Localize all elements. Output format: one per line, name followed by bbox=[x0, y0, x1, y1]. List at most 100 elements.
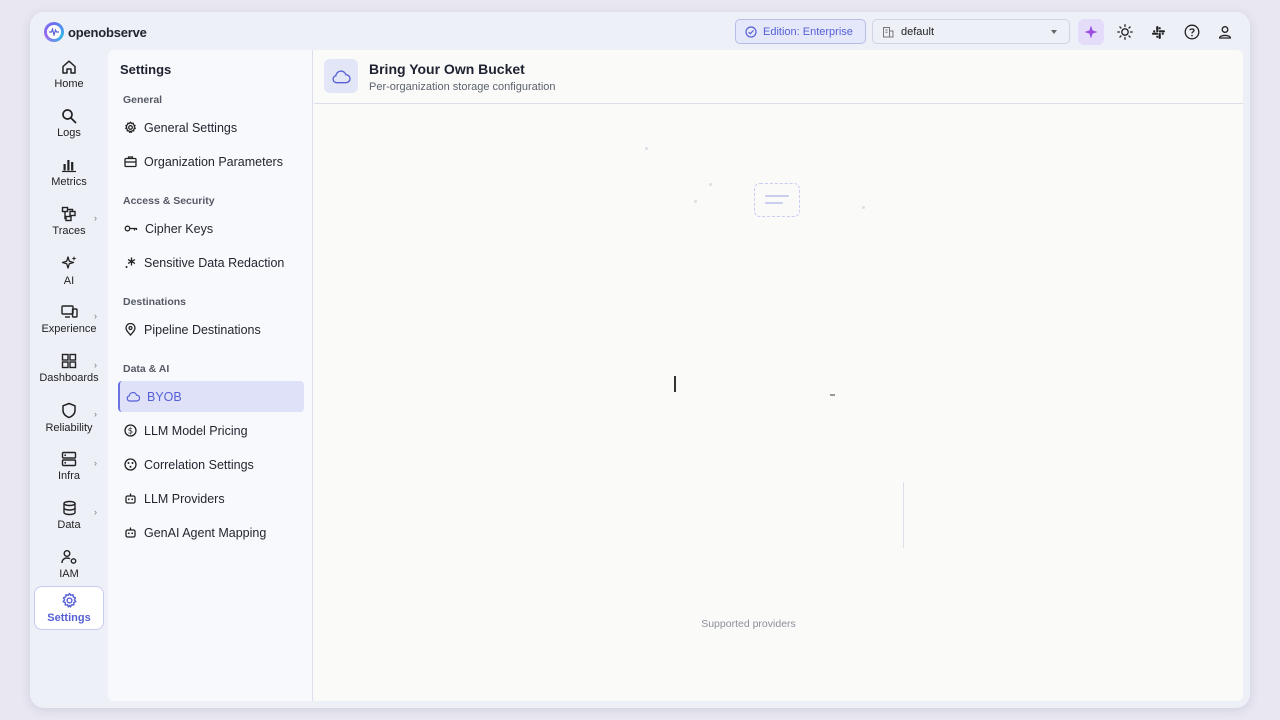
settings-item-cipher-keys[interactable]: Cipher Keys bbox=[118, 213, 304, 244]
nav-infra[interactable]: Infra › bbox=[34, 444, 104, 489]
nav-settings[interactable]: Settings bbox=[34, 586, 104, 630]
nav-settings-label: Settings bbox=[47, 612, 91, 624]
settings-item-sensitive-data-redaction[interactable]: Sensitive Data Redaction bbox=[118, 247, 304, 278]
settings-item-label: GenAI Agent Mapping bbox=[144, 525, 267, 540]
settings-item-label: Pipeline Destinations bbox=[144, 322, 261, 337]
nav-dashboards-label: Dashboards bbox=[39, 372, 99, 384]
loading-dot bbox=[645, 147, 648, 150]
edition-badge[interactable]: Edition: Enterprise bbox=[735, 19, 866, 44]
svg-text:$: $ bbox=[128, 427, 133, 437]
bar-chart-icon bbox=[62, 160, 76, 173]
settings-item-label: General Settings bbox=[144, 120, 238, 135]
nav-traces-label: Traces bbox=[52, 225, 86, 237]
settings-item-llm-model-pricing[interactable]: $ LLM Model Pricing bbox=[118, 415, 304, 446]
help-button[interactable] bbox=[1179, 19, 1205, 45]
loading-dot bbox=[694, 200, 697, 203]
main-nav-rail: Home Logs Metrics Traces › AI Experience… bbox=[30, 52, 108, 708]
briefcase-icon bbox=[124, 156, 137, 168]
nav-infra-label: Infra bbox=[57, 470, 80, 482]
brand-logo-link[interactable]: openobserve bbox=[44, 22, 147, 42]
app-window: openobserve Edition: Enterprise default bbox=[30, 12, 1250, 708]
chevron-down-icon bbox=[1051, 30, 1057, 34]
loading-dot bbox=[862, 206, 865, 209]
divider bbox=[903, 482, 904, 548]
nav-home[interactable]: Home bbox=[34, 52, 104, 97]
nav-dashboards[interactable]: Dashboards › bbox=[34, 346, 104, 391]
settings-item-label: Organization Parameters bbox=[144, 154, 283, 169]
settings-item-llm-providers[interactable]: LLM Providers bbox=[118, 483, 304, 514]
gear-icon bbox=[62, 592, 76, 608]
chevron-right-icon: › bbox=[94, 458, 97, 468]
nav-ai-label: AI bbox=[63, 274, 75, 287]
ai-assistant-button[interactable] bbox=[1078, 19, 1104, 45]
openobserve-logo-icon bbox=[44, 22, 64, 42]
key-icon bbox=[124, 225, 138, 232]
location-pin-icon bbox=[125, 323, 136, 336]
settings-title: Settings bbox=[120, 62, 172, 77]
settings-item-genai-agent-mapping[interactable]: GenAI Agent Mapping bbox=[118, 517, 304, 548]
settings-panel: Settings General General Settings Organi… bbox=[108, 50, 1243, 701]
nav-experience-label: Experience bbox=[41, 323, 97, 335]
user-icon bbox=[1218, 26, 1232, 39]
nav-data[interactable]: Data › bbox=[34, 493, 104, 538]
top-bar: openobserve Edition: Enterprise default bbox=[30, 12, 1250, 52]
section-destinations: Destinations bbox=[123, 296, 187, 308]
page-title: Bring Your Own Bucket bbox=[369, 61, 525, 77]
check-circle-icon bbox=[745, 25, 757, 38]
dollar-circle-icon: $ bbox=[124, 424, 137, 437]
nav-iam-label: IAM bbox=[59, 568, 79, 580]
nav-iam[interactable]: IAM bbox=[34, 542, 104, 587]
nav-logs[interactable]: Logs bbox=[34, 101, 104, 146]
slack-icon bbox=[1151, 25, 1165, 39]
section-general: General bbox=[123, 94, 163, 106]
slack-button[interactable] bbox=[1145, 19, 1171, 45]
settings-item-organization-parameters[interactable]: Organization Parameters bbox=[118, 146, 304, 177]
settings-item-byob[interactable]: BYOB bbox=[118, 381, 304, 412]
nav-reliability-label: Reliability bbox=[45, 421, 93, 434]
nav-traces[interactable]: Traces › bbox=[34, 199, 104, 244]
theme-toggle-button[interactable] bbox=[1112, 19, 1138, 45]
database-icon bbox=[62, 500, 76, 516]
nav-logs-label: Logs bbox=[57, 127, 81, 139]
settings-item-label: Correlation Settings bbox=[144, 457, 254, 472]
nav-experience[interactable]: Experience › bbox=[34, 297, 104, 342]
chevron-right-icon: › bbox=[94, 311, 97, 321]
building-icon bbox=[883, 26, 894, 37]
settings-item-label: Sensitive Data Redaction bbox=[144, 255, 285, 270]
byob-content: Bring Your Own Bucket Per-organization s… bbox=[314, 50, 1243, 701]
correlation-icon bbox=[124, 458, 137, 471]
settings-item-general-settings[interactable]: General Settings bbox=[118, 112, 304, 143]
sparkle-icon bbox=[1084, 25, 1098, 39]
robot-icon bbox=[125, 493, 136, 504]
loading-dot bbox=[709, 183, 712, 186]
settings-item-label: BYOB bbox=[147, 389, 182, 404]
settings-item-pipeline-destinations[interactable]: Pipeline Destinations bbox=[118, 314, 304, 345]
loading-dash bbox=[830, 394, 835, 396]
user-menu-button[interactable] bbox=[1212, 19, 1238, 45]
nav-metrics[interactable]: Metrics bbox=[34, 150, 104, 195]
nav-metrics-label: Metrics bbox=[51, 176, 87, 188]
section-access-security: Access & Security bbox=[123, 195, 215, 207]
empty-state-placeholder-icon bbox=[754, 183, 800, 217]
sparkles-icon bbox=[61, 255, 76, 269]
nav-ai[interactable]: AI bbox=[34, 248, 104, 293]
chevron-right-icon: › bbox=[94, 507, 97, 517]
home-icon bbox=[62, 60, 76, 74]
search-icon bbox=[62, 109, 77, 124]
help-circle-icon bbox=[1184, 24, 1200, 40]
chevron-right-icon: › bbox=[94, 360, 97, 370]
chevron-right-icon: › bbox=[94, 409, 97, 419]
sun-icon bbox=[1117, 24, 1133, 40]
traces-icon bbox=[61, 206, 76, 222]
shield-icon bbox=[62, 402, 76, 418]
organization-select-value: default bbox=[901, 25, 935, 38]
text-cursor bbox=[674, 376, 676, 392]
monitor-icon bbox=[60, 305, 78, 318]
asterisk-icon bbox=[125, 257, 136, 268]
nav-home-label: Home bbox=[54, 78, 84, 90]
brand-name: openobserve bbox=[68, 24, 147, 40]
cloud-icon bbox=[126, 391, 140, 402]
nav-reliability[interactable]: Reliability › bbox=[34, 395, 104, 440]
settings-item-correlation-settings[interactable]: Correlation Settings bbox=[118, 449, 304, 480]
organization-select[interactable]: default bbox=[872, 19, 1070, 44]
